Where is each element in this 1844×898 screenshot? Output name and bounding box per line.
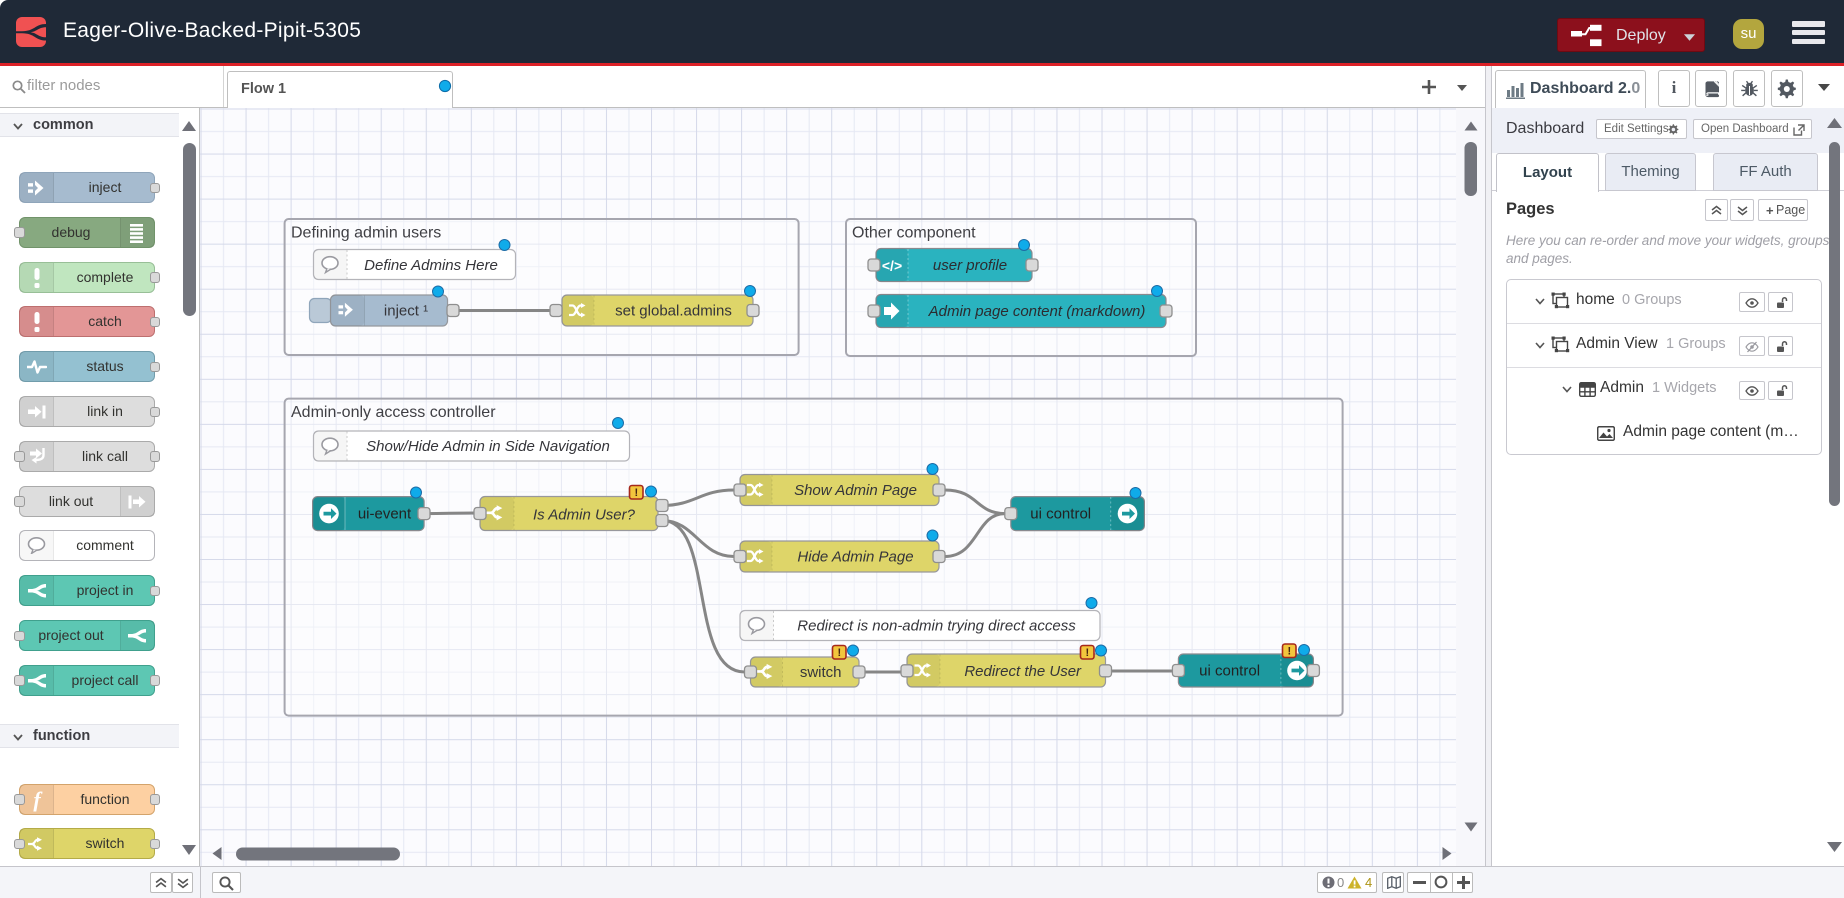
svg-text:</>: </> [882,258,902,274]
svg-text:Admin page content (markdown): Admin page content (markdown) [928,303,1146,320]
svg-text:set global.admins: set global.admins [615,303,732,320]
svg-text:inject ¹: inject ¹ [384,303,428,320]
svg-text:!: ! [837,647,841,659]
svg-text:switch: switch [800,664,842,681]
svg-text:ui control: ui control [1030,506,1091,523]
svg-text:ui-event: ui-event [358,506,412,523]
svg-text:Redirect the User: Redirect the User [964,663,1082,680]
svg-text:Define Admins Here: Define Admins Here [364,257,498,274]
svg-text:Redirect is non-admin trying d: Redirect is non-admin trying direct acce… [797,618,1076,635]
svg-text:Is Admin User?: Is Admin User? [533,507,636,524]
svg-text:!: ! [1287,646,1291,658]
svg-text:Show/Hide Admin in Side Naviga: Show/Hide Admin in Side Navigation [366,438,610,455]
svg-text:Admin-only access controller: Admin-only access controller [291,404,496,421]
svg-text:Hide Admin Page: Hide Admin Page [797,549,913,566]
svg-text:!: ! [634,487,638,499]
svg-text:Other component: Other component [852,225,976,242]
svg-text:user profile: user profile [933,257,1007,274]
svg-text:ui control: ui control [1199,663,1260,680]
svg-text:Defining admin users: Defining admin users [291,225,441,242]
svg-text:!: ! [1085,647,1089,659]
svg-text:Show Admin Page: Show Admin Page [794,482,917,499]
